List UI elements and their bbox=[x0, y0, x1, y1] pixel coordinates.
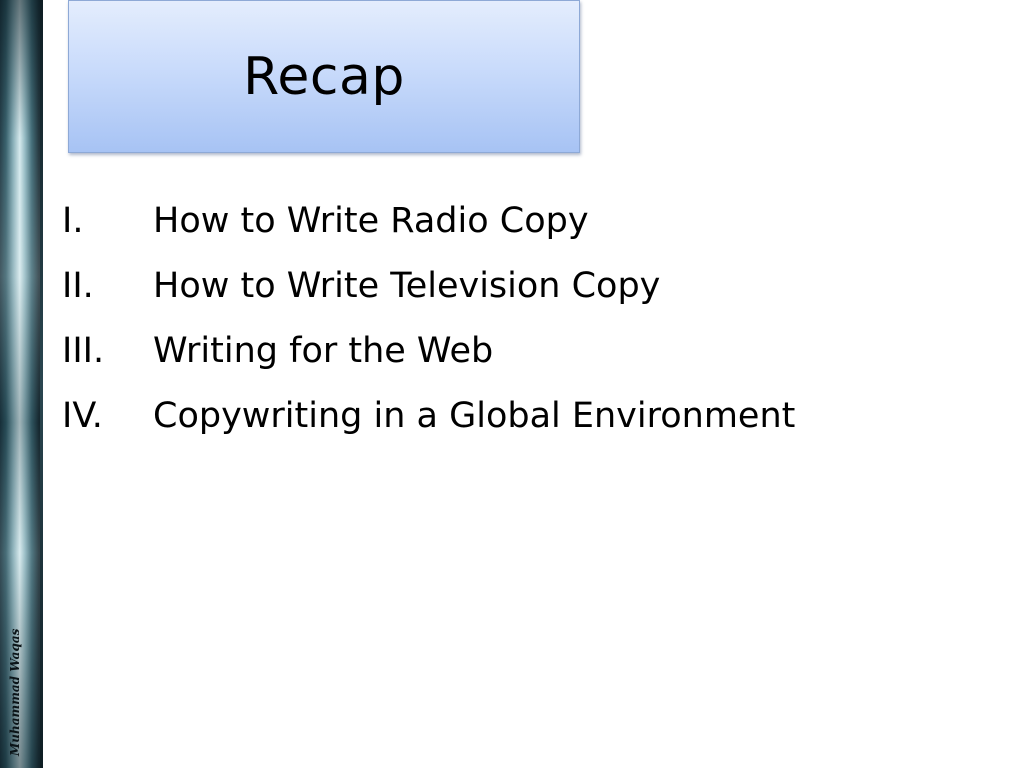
author-credit: Muhammad Waqas bbox=[8, 628, 22, 756]
list-item-text: How to Write Television Copy bbox=[153, 265, 661, 306]
list-item-numeral: II. bbox=[62, 265, 94, 306]
list-item-numeral: I. bbox=[62, 200, 84, 241]
list-item: III. Writing for the Web bbox=[62, 318, 795, 383]
title-box: Recap bbox=[68, 0, 580, 153]
list-item: IV. Copywriting in a Global Environment bbox=[62, 383, 795, 448]
list-item: I. How to Write Radio Copy bbox=[62, 188, 795, 253]
list-item-text: How to Write Radio Copy bbox=[153, 200, 589, 241]
list-item: II. How to Write Television Copy bbox=[62, 253, 795, 318]
list-item-numeral: IV. bbox=[62, 395, 103, 436]
recap-list: I. How to Write Radio Copy II. How to Wr… bbox=[62, 188, 795, 448]
slide: Muhammad Waqas Recap I. How to Write Rad… bbox=[0, 0, 1024, 768]
list-item-text: Writing for the Web bbox=[153, 330, 494, 371]
list-item-numeral: III. bbox=[62, 330, 105, 371]
slide-title: Recap bbox=[243, 46, 405, 107]
list-item-text: Copywriting in a Global Environment bbox=[153, 395, 796, 436]
